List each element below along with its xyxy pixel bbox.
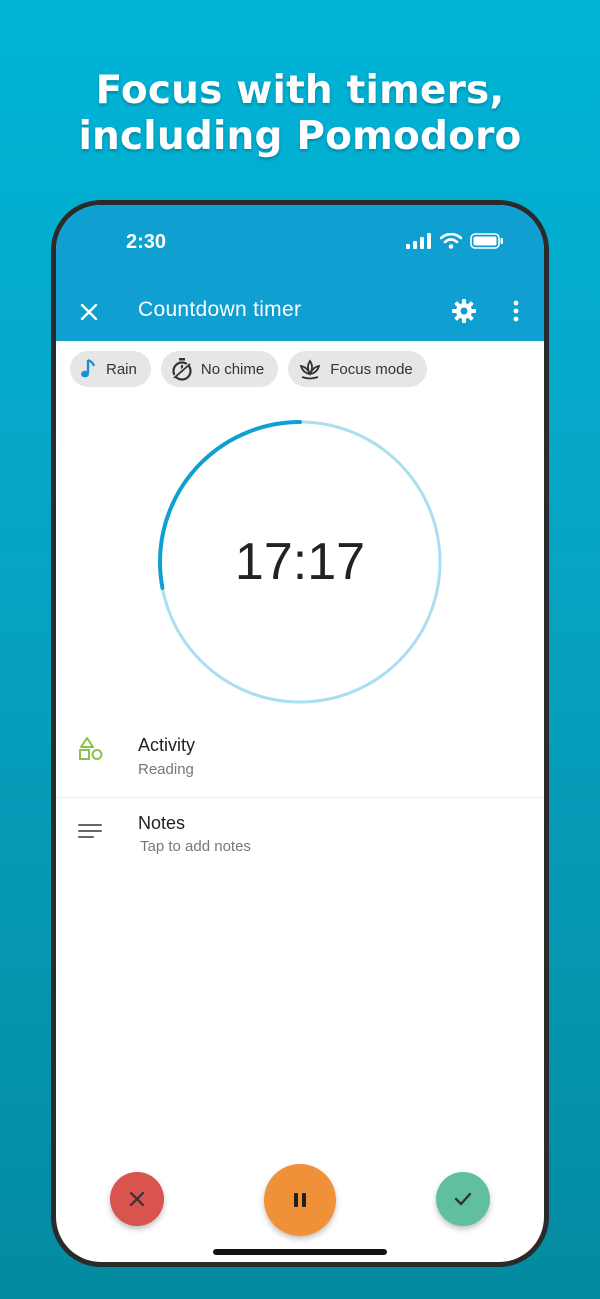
more-vert-icon[interactable]: [504, 297, 528, 325]
chip-focus-mode[interactable]: Focus mode: [288, 351, 427, 387]
timer-display: 17:17: [234, 533, 366, 591]
phone-frame: 2:30 Countdown timer Rain No chime Focus…: [51, 200, 549, 1267]
check-icon: [454, 1192, 472, 1206]
notes-row[interactable]: Notes Tap to add notes: [56, 810, 544, 870]
lotus-icon: [299, 359, 321, 380]
notes-placeholder: Tap to add notes: [140, 838, 251, 855]
headline-line-2: including Pomodoro: [78, 114, 522, 159]
timer-icon: [172, 358, 192, 381]
cancel-button[interactable]: [110, 1172, 164, 1226]
wifi-icon: [440, 233, 462, 249]
app-bar: Countdown timer: [56, 285, 544, 341]
close-icon[interactable]: [76, 299, 102, 325]
chip-row: Rain No chime Focus mode: [70, 351, 427, 387]
divider: [56, 797, 544, 798]
headline: Focus with timers, including Pomodoro: [0, 68, 600, 160]
home-indicator[interactable]: [213, 1249, 387, 1255]
page-title: Countdown timer: [138, 298, 302, 321]
activity-row[interactable]: Activity Reading: [56, 730, 544, 796]
gear-icon[interactable]: [450, 297, 478, 325]
shapes-icon: [79, 737, 103, 760]
close-icon: [129, 1191, 145, 1207]
music-note-icon: [81, 358, 96, 378]
activity-label: Activity: [138, 735, 196, 755]
notes-icon: [78, 824, 102, 838]
signal-icon: [406, 233, 431, 249]
phone-screen: 2:30 Countdown timer Rain No chime Focus…: [56, 205, 544, 1262]
battery-icon: [470, 233, 503, 249]
pause-button[interactable]: [264, 1164, 336, 1236]
notes-label: Notes: [138, 813, 186, 833]
chip-chime[interactable]: No chime: [160, 351, 279, 387]
timer-dial[interactable]: 17:17: [155, 417, 445, 707]
activity-value: Reading: [138, 761, 194, 778]
status-icons: [406, 233, 504, 249]
headline-line-1: Focus with timers,: [95, 68, 505, 113]
status-time: 2:30: [126, 231, 167, 253]
chip-focus-label: Focus mode: [330, 360, 413, 378]
chip-chime-label: No chime: [200, 360, 265, 378]
status-bar: 2:30: [56, 205, 544, 285]
chip-sound[interactable]: Rain: [70, 351, 151, 387]
complete-button[interactable]: [436, 1172, 490, 1226]
pause-icon: [294, 1193, 306, 1207]
chip-sound-label: Rain: [106, 360, 137, 378]
